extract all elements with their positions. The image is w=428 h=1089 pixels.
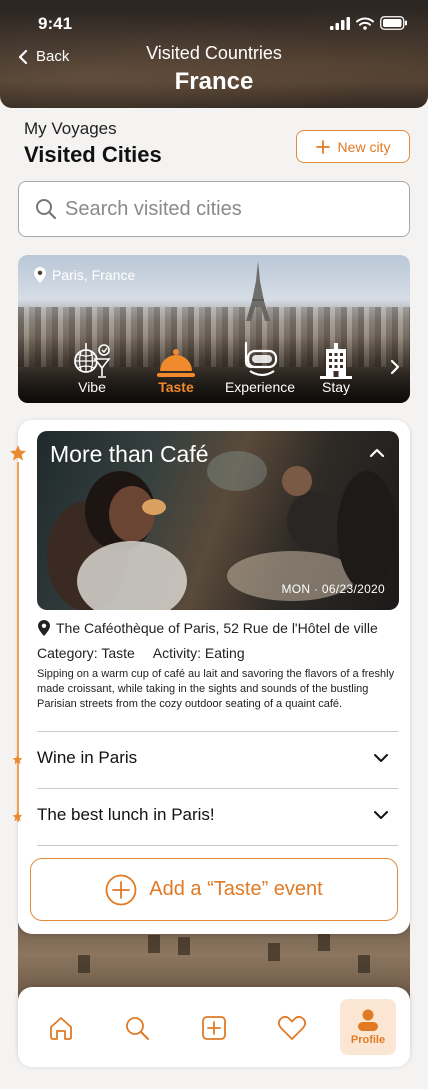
tab-stay[interactable]: Stay xyxy=(296,339,376,395)
plus-circle-icon xyxy=(105,874,137,905)
header: 9:41 Back Visited Countries France xyxy=(0,0,428,108)
chevron-down-icon xyxy=(374,811,388,819)
tab-experience-label: Experience xyxy=(224,379,296,395)
tab-taste[interactable]: Taste xyxy=(136,339,216,395)
city-location: Paris, France xyxy=(34,267,135,283)
tabs-next-button[interactable] xyxy=(390,359,400,380)
status-time: 9:41 xyxy=(38,14,73,33)
event-title: More than Café xyxy=(50,441,209,467)
event-image[interactable]: More than Café MON · 06/23/2020 xyxy=(37,431,399,610)
chevron-up-icon xyxy=(369,448,385,458)
event-date: MON · 06/23/2020 xyxy=(281,582,385,596)
search-bar[interactable] xyxy=(18,181,410,237)
snorkel-mask-icon xyxy=(244,341,278,377)
plus-square-icon xyxy=(202,1016,226,1040)
divider xyxy=(37,788,398,789)
nav-search[interactable] xyxy=(110,1001,164,1055)
nav-favorites[interactable] xyxy=(265,1001,319,1055)
new-city-button[interactable]: New city xyxy=(296,130,410,163)
home-icon xyxy=(50,1017,72,1040)
status-icons xyxy=(330,16,408,30)
divider xyxy=(37,731,398,732)
divider xyxy=(37,845,398,846)
event-item-wine[interactable]: Wine in Paris xyxy=(37,748,389,768)
heart-icon xyxy=(277,1015,307,1040)
eiffel-tower-image xyxy=(246,261,270,321)
bottom-nav: Profile xyxy=(18,987,410,1067)
location-pin-icon xyxy=(34,267,46,283)
page-title: Visited Cities xyxy=(24,142,162,167)
event-meta: Category: Taste Activity: Eating xyxy=(37,645,245,661)
cellular-signal-icon xyxy=(330,16,350,30)
event-location: The Caféothèque of Paris, 52 Rue de l'Hô… xyxy=(38,620,378,636)
star-icon xyxy=(9,445,27,461)
profile-icon xyxy=(358,1009,378,1031)
city-location-label: Paris, France xyxy=(52,267,136,283)
cloche-icon xyxy=(157,349,195,377)
event-activity: Activity: Eating xyxy=(152,645,245,661)
hotel-icon xyxy=(320,343,352,379)
search-icon xyxy=(36,199,57,220)
event-category: Category: Taste xyxy=(37,645,135,661)
nav-profile[interactable]: Profile xyxy=(340,999,396,1055)
star-icon xyxy=(12,811,23,822)
search-input[interactable] xyxy=(65,197,385,221)
search-icon xyxy=(126,1017,149,1040)
location-pin-icon xyxy=(38,620,50,636)
add-event-label: Add a “Taste” event xyxy=(149,878,323,900)
plus-icon xyxy=(315,139,330,154)
timeline-line xyxy=(17,462,19,822)
tab-taste-label: Taste xyxy=(158,379,194,395)
disco-cocktail-icon xyxy=(74,343,111,378)
nav-home[interactable] xyxy=(34,1001,88,1055)
event-item-title: Wine in Paris xyxy=(37,748,138,767)
city-card[interactable]: Paris, France Vibe Taste Experience Stay xyxy=(18,255,410,403)
add-event-button[interactable]: Add a “Taste” event xyxy=(30,858,398,921)
battery-icon xyxy=(380,16,407,30)
event-item-title: The best lunch in Paris! xyxy=(37,805,215,824)
category-tabs: Vibe Taste Experience Stay xyxy=(18,339,410,399)
header-title: France xyxy=(174,68,254,95)
section-label: My Voyages xyxy=(24,119,117,138)
header-subtitle: Visited Countries xyxy=(146,43,282,63)
nav-add[interactable] xyxy=(187,1001,241,1055)
star-icon xyxy=(12,754,23,765)
tab-vibe-label: Vibe xyxy=(78,379,106,395)
event-description: Sipping on a warm cup of café au lait an… xyxy=(37,668,395,710)
tab-vibe[interactable]: Vibe xyxy=(52,339,132,395)
event-item-lunch[interactable]: The best lunch in Paris! xyxy=(37,805,389,825)
collapse-button[interactable] xyxy=(369,445,385,463)
chevron-down-icon xyxy=(374,754,388,762)
wifi-icon xyxy=(356,17,374,30)
tab-experience[interactable]: Experience xyxy=(220,339,300,395)
chevron-right-icon xyxy=(390,359,400,375)
new-city-label: New city xyxy=(337,138,391,155)
tab-stay-label: Stay xyxy=(321,379,350,395)
event-location-label: The Caféothèque of Paris, 52 Rue de l'Hô… xyxy=(56,620,378,636)
nav-profile-label: Profile xyxy=(350,1034,386,1046)
